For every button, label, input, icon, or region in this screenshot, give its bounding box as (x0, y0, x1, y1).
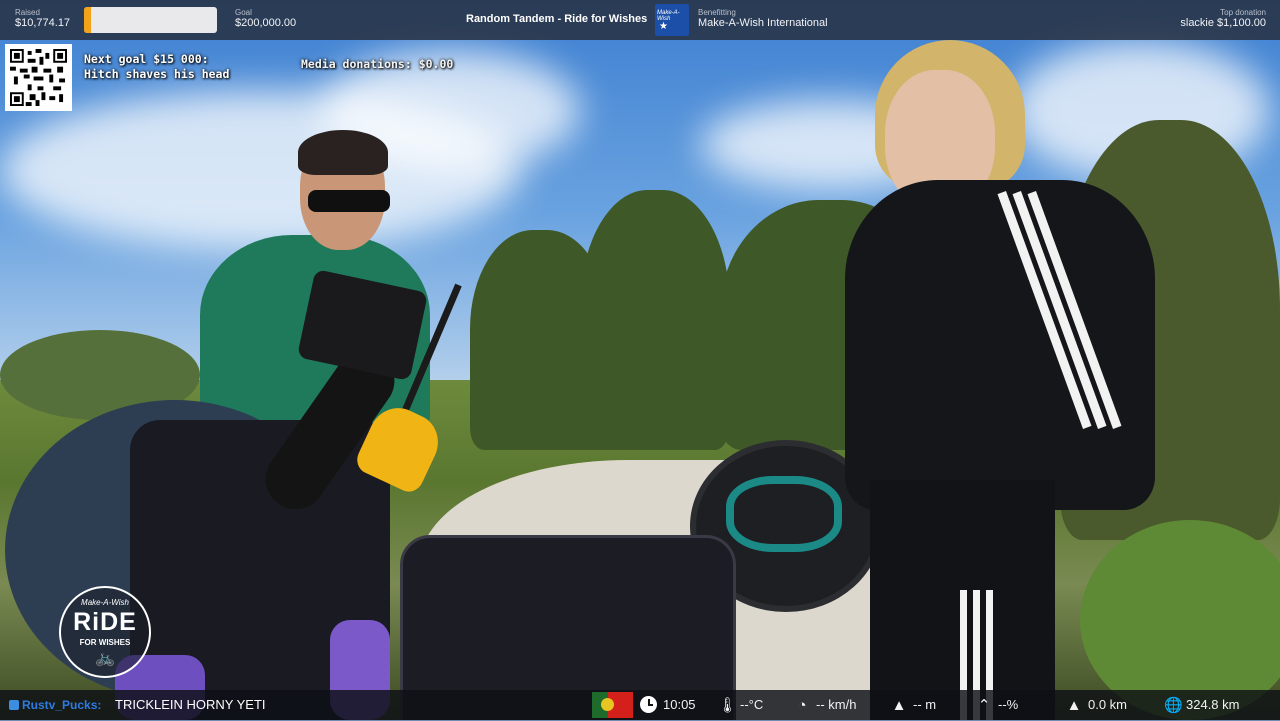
top-bar: Raised $10,774.17 Goal $200,000.00 Rando… (0, 0, 1280, 40)
time-readout: 10:05 (640, 690, 696, 720)
speedometer-icon: ◔ (797, 696, 807, 714)
total-distance-value: 324.8 km (1186, 697, 1240, 712)
incline-readout: ⌃ --% (976, 690, 1019, 720)
benefit-label: Benefitting (698, 8, 736, 17)
next-goal-text: Next goal $15 000: Hitch shaves his head (84, 52, 230, 81)
make-a-wish-logo: Make-A-Wish ★ (655, 4, 689, 36)
elevation-value: -- m (913, 697, 937, 712)
bicycle-icon: 🚲 (95, 650, 115, 667)
goal-label: Goal (235, 8, 252, 17)
temperature-readout: 🌡 --°C (718, 690, 763, 720)
logo-sub-text: FOR WISHES (79, 638, 131, 647)
chat-badge-icon (9, 700, 19, 710)
raised-label: Raised (15, 8, 40, 17)
chat-message: TRICKLEIN HORNY YETI (115, 697, 266, 712)
raised-block: Raised $10,774.17 (15, 8, 70, 29)
goal-block: Goal $200,000.00 (235, 8, 296, 29)
elevation-readout: ▲ -- m (891, 690, 937, 720)
stream-title: Random Tandem - Ride for Wishes (466, 13, 648, 25)
benefit-org: Make-A-Wish International (698, 17, 828, 29)
tree (580, 190, 730, 450)
incline-value: --% (998, 697, 1019, 712)
top-donation-value: slackie $1,100.00 (1180, 17, 1266, 29)
logo-top-text: Make-A-Wish (81, 598, 129, 607)
bottom-bar: Rustv_Pucks: TRICKLEIN HORNY YETI 10:05 … (0, 690, 1280, 720)
qr-code-icon[interactable] (5, 44, 72, 111)
logo-main-text: RiDE (73, 608, 137, 636)
benefitting-block: Benefitting Make-A-Wish International (698, 8, 828, 29)
road-icon: ▲ (1066, 696, 1082, 714)
session-distance-value: 0.0 km (1088, 697, 1128, 712)
total-distance-readout: 🌐 324.8 km (1164, 690, 1239, 720)
donation-progress-bar (84, 7, 217, 33)
mountain-icon: ▲ (891, 696, 907, 714)
chat-username[interactable]: Rustv_Pucks: (22, 690, 101, 720)
incline-icon: ⌃ (977, 696, 991, 714)
goal-value: $200,000.00 (235, 17, 297, 29)
speed-readout: ◔ -- km/h (794, 690, 856, 720)
donation-progress-fill (84, 7, 92, 33)
temperature-value: --°C (740, 697, 764, 712)
ride-for-wishes-logo: Make-A-Wish RiDE FOR WISHES 🚲 (59, 586, 151, 678)
media-donations-text: Media donations: $0.00 (301, 57, 454, 71)
top-donation-label: Top donation (1220, 8, 1266, 17)
video-frame (0, 0, 1280, 720)
raised-value: $10,774.17 (15, 17, 71, 29)
globe-icon: 🌐 (1164, 696, 1183, 714)
top-donation-block: Top donation slackie $1,100.00 (1180, 8, 1266, 29)
speed-value: -- km/h (816, 697, 857, 712)
time-value: 10:05 (663, 697, 696, 712)
session-distance-readout: ▲ 0.0 km (1066, 690, 1127, 720)
rider-right (845, 40, 1165, 720)
clock-icon (640, 696, 657, 714)
thermometer-icon: 🌡 (718, 696, 738, 714)
portugal-flag-icon (592, 692, 633, 718)
